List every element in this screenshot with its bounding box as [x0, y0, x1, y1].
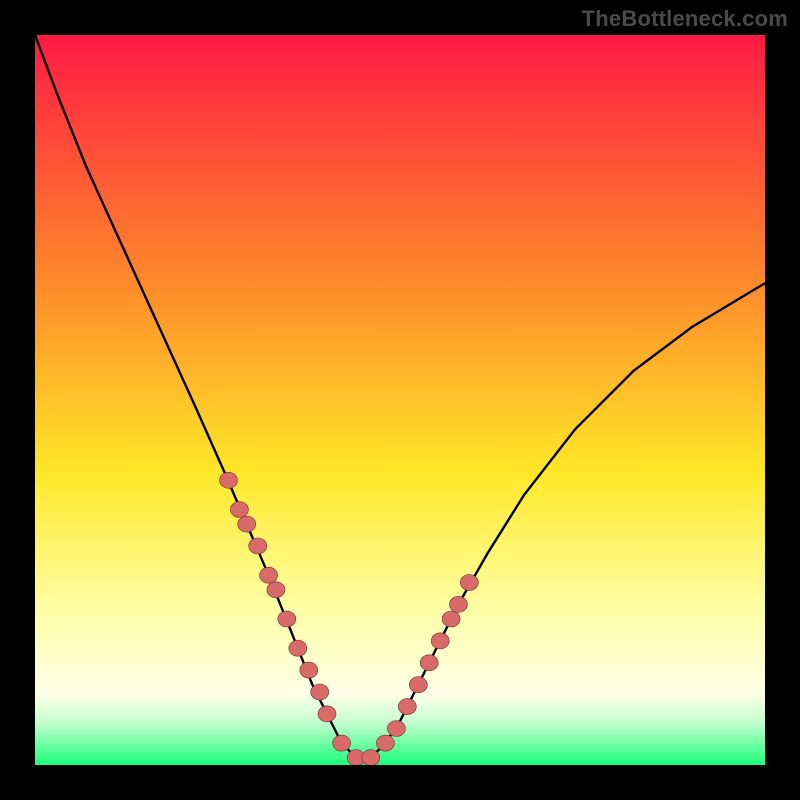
curve-line	[35, 35, 765, 758]
curve-markers	[220, 472, 479, 765]
curve-marker	[376, 735, 394, 751]
curve-marker	[278, 611, 296, 627]
curve-marker	[431, 633, 449, 649]
curve-marker	[220, 472, 238, 488]
curve-marker	[318, 706, 336, 722]
curve-marker	[300, 662, 318, 678]
bottleneck-curve	[35, 35, 765, 765]
curve-marker	[387, 721, 405, 737]
plot-area	[35, 35, 765, 765]
chart-frame: TheBottleneck.com	[0, 0, 800, 800]
watermark-text: TheBottleneck.com	[582, 6, 788, 32]
curve-marker	[230, 502, 248, 518]
curve-marker	[362, 750, 380, 765]
curve-marker	[333, 735, 351, 751]
curve-marker	[460, 575, 478, 591]
curve-marker	[260, 567, 278, 583]
curve-marker	[409, 677, 427, 693]
curve-marker	[420, 655, 438, 671]
curve-marker	[442, 611, 460, 627]
curve-marker	[289, 640, 307, 656]
curve-marker	[449, 596, 467, 612]
curve-marker	[311, 684, 329, 700]
curve-marker	[398, 699, 416, 715]
curve-marker	[238, 516, 256, 532]
curve-marker	[267, 582, 285, 598]
curve-marker	[249, 538, 267, 554]
